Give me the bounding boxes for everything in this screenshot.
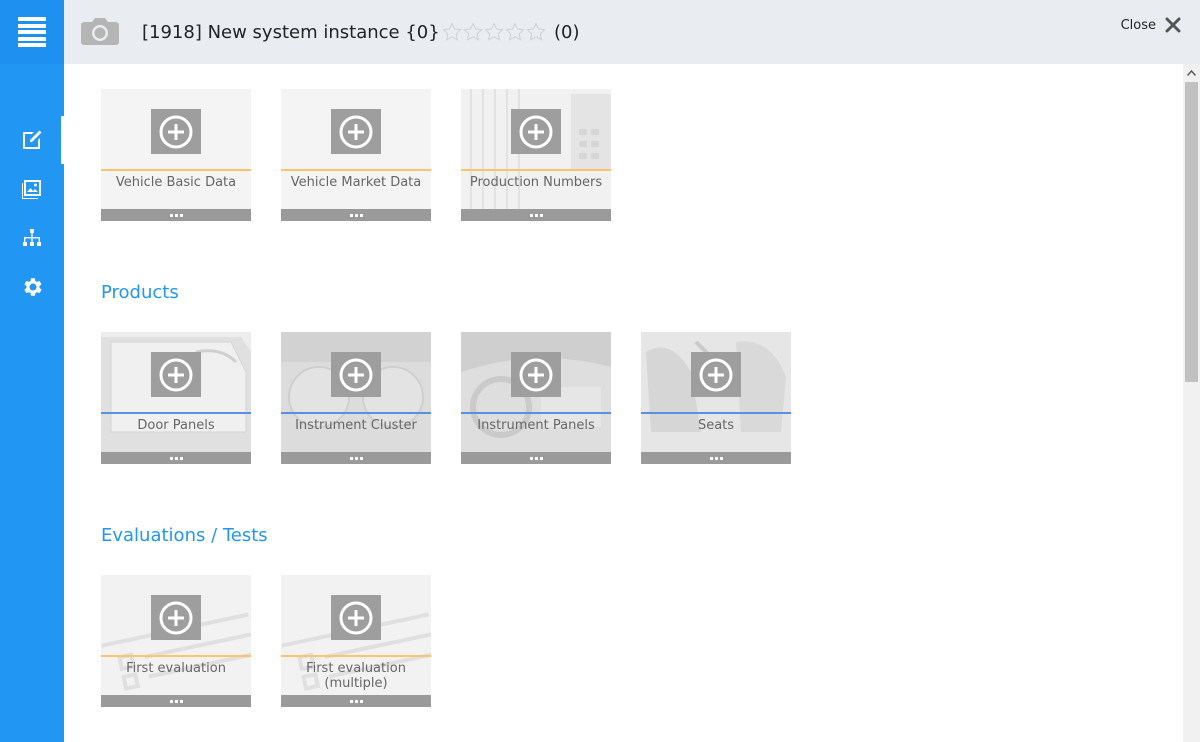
tile-production-numbers[interactable]: Production Numbers xyxy=(461,89,611,221)
tile-accent-line xyxy=(461,412,611,414)
tile-label: Door Panels xyxy=(137,418,215,433)
sidebar-item-settings[interactable] xyxy=(0,263,64,311)
close-label: Close xyxy=(1120,17,1156,33)
star-icon[interactable] xyxy=(526,22,546,42)
star-icon[interactable] xyxy=(442,22,462,42)
tile-more-button[interactable] xyxy=(641,452,791,464)
hamburger-menu-icon xyxy=(18,17,46,47)
add-icon[interactable] xyxy=(331,352,381,397)
tile-more-button[interactable] xyxy=(281,452,431,464)
tile-accent-line xyxy=(281,655,431,657)
add-icon[interactable] xyxy=(151,595,201,640)
tile-accent-line xyxy=(101,412,251,414)
header-bar: [1918] New system instance {0} (0) Close xyxy=(64,0,1200,64)
camera-icon xyxy=(81,18,119,45)
tile-accent-line xyxy=(641,412,791,414)
edit-icon xyxy=(23,130,42,149)
scrollbar-thumb[interactable] xyxy=(1185,82,1198,382)
scroll-up-arrow-icon[interactable] xyxy=(1183,64,1200,81)
tile-seats[interactable]: Seats xyxy=(641,332,791,464)
add-icon[interactable] xyxy=(511,352,561,397)
tile-label: Seats xyxy=(697,418,735,433)
section-title-evaluations-tests: Evaluations / Tests xyxy=(101,525,268,546)
add-icon[interactable] xyxy=(151,109,201,154)
tile-instrument-cluster[interactable]: Instrument Cluster xyxy=(281,332,431,464)
close-icon xyxy=(1165,17,1181,33)
add-icon[interactable] xyxy=(331,595,381,640)
star-icon[interactable] xyxy=(484,22,504,42)
tile-label: Instrument Panels xyxy=(477,418,595,433)
tile-accent-line xyxy=(101,655,251,657)
tile-first-evaluation-multiple[interactable]: First evaluation (multiple) xyxy=(281,575,431,707)
close-button[interactable]: Close xyxy=(1121,16,1182,34)
tile-first-evaluation[interactable]: First evaluation xyxy=(101,575,251,707)
sidebar xyxy=(0,0,64,742)
tile-accent-line xyxy=(461,169,611,171)
menu-button[interactable] xyxy=(0,0,64,64)
tile-label: Vehicle Basic Data xyxy=(115,175,237,190)
star-icon[interactable] xyxy=(463,22,483,42)
sidebar-item-hierarchy[interactable] xyxy=(0,214,64,262)
image-icon xyxy=(22,180,41,199)
hierarchy-icon xyxy=(23,229,41,246)
sidebar-item-images[interactable] xyxy=(0,165,64,213)
tile-accent-line xyxy=(281,169,431,171)
add-icon[interactable] xyxy=(691,352,741,397)
tile-vehicle-market-data[interactable]: Vehicle Market Data xyxy=(281,89,431,221)
gear-icon xyxy=(24,278,42,296)
tile-accent-line xyxy=(101,169,251,171)
tile-label: Vehicle Market Data xyxy=(290,175,422,190)
rating-stars[interactable] xyxy=(442,22,546,42)
tile-more-button[interactable] xyxy=(461,452,611,464)
tile-more-button[interactable] xyxy=(461,209,611,221)
tile-more-button[interactable] xyxy=(281,209,431,221)
tile-label: Instrument Cluster xyxy=(295,418,417,433)
tile-more-button[interactable] xyxy=(101,695,251,707)
star-icon[interactable] xyxy=(505,22,525,42)
tile-instrument-panels[interactable]: Instrument Panels xyxy=(461,332,611,464)
tile-more-button[interactable] xyxy=(101,452,251,464)
tile-more-button[interactable] xyxy=(281,695,431,707)
tile-accent-line xyxy=(281,412,431,414)
add-icon[interactable] xyxy=(511,109,561,154)
tile-label: First evaluation (multiple) xyxy=(306,661,406,691)
tile-vehicle-basic-data[interactable]: Vehicle Basic Data xyxy=(101,89,251,221)
rating-count: (0) xyxy=(554,22,580,43)
vertical-scrollbar[interactable] xyxy=(1183,64,1200,742)
page-title: [1918] New system instance {0} xyxy=(142,22,440,43)
add-icon[interactable] xyxy=(331,109,381,154)
sidebar-item-edit[interactable] xyxy=(0,116,64,164)
add-icon[interactable] xyxy=(151,352,201,397)
section-title-products: Products xyxy=(101,282,179,303)
tile-door-panels[interactable]: Door Panels xyxy=(101,332,251,464)
tile-more-button[interactable] xyxy=(101,209,251,221)
tile-label: First evaluation xyxy=(126,661,226,676)
tile-label: Production Numbers xyxy=(469,175,603,190)
